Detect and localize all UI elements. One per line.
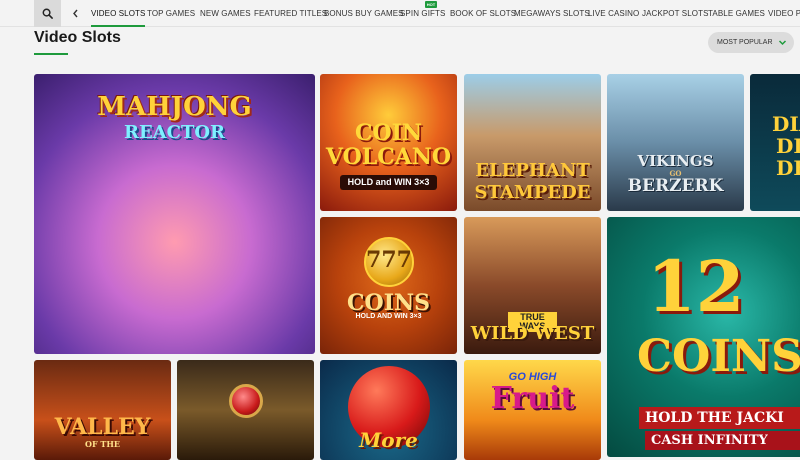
tab-top-games[interactable]: TOP GAMES: [147, 0, 195, 27]
game-title: VOLCANO: [325, 144, 452, 170]
tab-video-poker[interactable]: VIDEO PO: [768, 0, 800, 27]
game-tagline: HOLD AND WIN 3×3: [355, 313, 422, 320]
game-title: ELEPHANT: [475, 160, 590, 181]
tab-video-slots[interactable]: VIDEO SLOTS: [91, 0, 146, 27]
game-tile-go-high-fruit[interactable]: GO HIGH Fruit: [464, 360, 601, 460]
game-title: COINS: [347, 290, 430, 316]
game-title: DE: [776, 156, 800, 180]
hot-badge: HOT: [425, 1, 437, 8]
game-tagline: HOLD THE JACKI: [639, 407, 800, 429]
chevron-left-icon: [72, 9, 78, 18]
page-title: Video Slots: [34, 29, 121, 46]
game-tile-coin-volcano[interactable]: COIN VOLCANO HOLD and WIN 3×3: [320, 74, 457, 211]
tab-jackpot-slots[interactable]: JACKPOT SLOTS: [642, 0, 709, 27]
game-tile-diamond[interactable]: DIA DI DE: [750, 74, 800, 211]
search-icon: [42, 8, 53, 19]
game-title: More: [359, 428, 418, 452]
sort-label: MOST POPULAR: [717, 39, 773, 46]
game-title: COINS: [637, 331, 800, 382]
game-tile-mahjong-reactor[interactable]: MAHJONG REACTOR: [34, 74, 315, 354]
game-title: 12: [647, 245, 745, 328]
tab-table-games[interactable]: TABLE GAMES: [708, 0, 765, 27]
tab-megaways-slots[interactable]: MEGAWAYS SLOTS: [514, 0, 590, 27]
game-tile-apple[interactable]: More: [320, 360, 457, 460]
tab-book-of-slots[interactable]: BOOK OF SLOTS: [450, 0, 516, 27]
game-title: VALLEY: [54, 414, 151, 440]
tab-live-casino[interactable]: LIVE CASINO: [588, 0, 639, 27]
game-title: DIA: [772, 112, 800, 136]
search-button[interactable]: [34, 0, 61, 27]
game-tile-vikings-go-berzerk[interactable]: VIKINGS GO BERZERK: [607, 74, 744, 211]
game-tile-book[interactable]: [177, 360, 314, 460]
game-tile-elephant-stampede[interactable]: ELEPHANT STAMPEDE: [464, 74, 601, 211]
game-title: MAHJONG: [97, 92, 252, 122]
game-tile-coins[interactable]: 777 COINS HOLD AND WIN 3×3: [320, 217, 457, 354]
top-navigation: VIDEO SLOTS TOP GAMES NEW GAMES FEATURED…: [0, 0, 800, 27]
game-tile-wild-west[interactable]: TRUE WAYS WILD WEST: [464, 217, 601, 354]
game-title: WILD WEST: [470, 323, 595, 344]
game-subtitle: REACTOR: [123, 122, 225, 143]
game-tile-valley[interactable]: VALLEY OF THE: [34, 360, 171, 460]
game-title: COIN: [354, 120, 423, 146]
title-underline: [34, 53, 68, 55]
chevron-down-icon: [778, 40, 787, 46]
tab-bonus-buy-games[interactable]: BONUS BUY GAMES: [324, 0, 404, 27]
tab-new-games[interactable]: NEW GAMES: [200, 0, 251, 27]
game-title: DI: [776, 134, 800, 158]
game-title: OF THE: [84, 439, 121, 449]
game-title: Fruit: [490, 381, 575, 416]
game-title: BERZERK: [627, 176, 724, 196]
scroll-left-button[interactable]: [66, 0, 84, 27]
game-title: STAMPEDE: [474, 182, 591, 203]
coin-number: 777: [366, 247, 412, 273]
sort-dropdown[interactable]: MOST POPULAR: [708, 32, 794, 53]
game-tagline: CASH INFINITY: [645, 431, 800, 450]
game-tile-12-coins[interactable]: 12 COINS HOLD THE JACKI CASH INFINITY: [607, 217, 800, 457]
game-tagline: HOLD and WIN 3×3: [340, 175, 437, 190]
game-title: VIKINGS: [637, 152, 714, 170]
tab-spin-gifts[interactable]: SPIN GIFTS: [400, 0, 445, 27]
tab-featured-titles[interactable]: FEATURED TITLES: [254, 0, 327, 27]
gem-icon: [229, 384, 263, 418]
